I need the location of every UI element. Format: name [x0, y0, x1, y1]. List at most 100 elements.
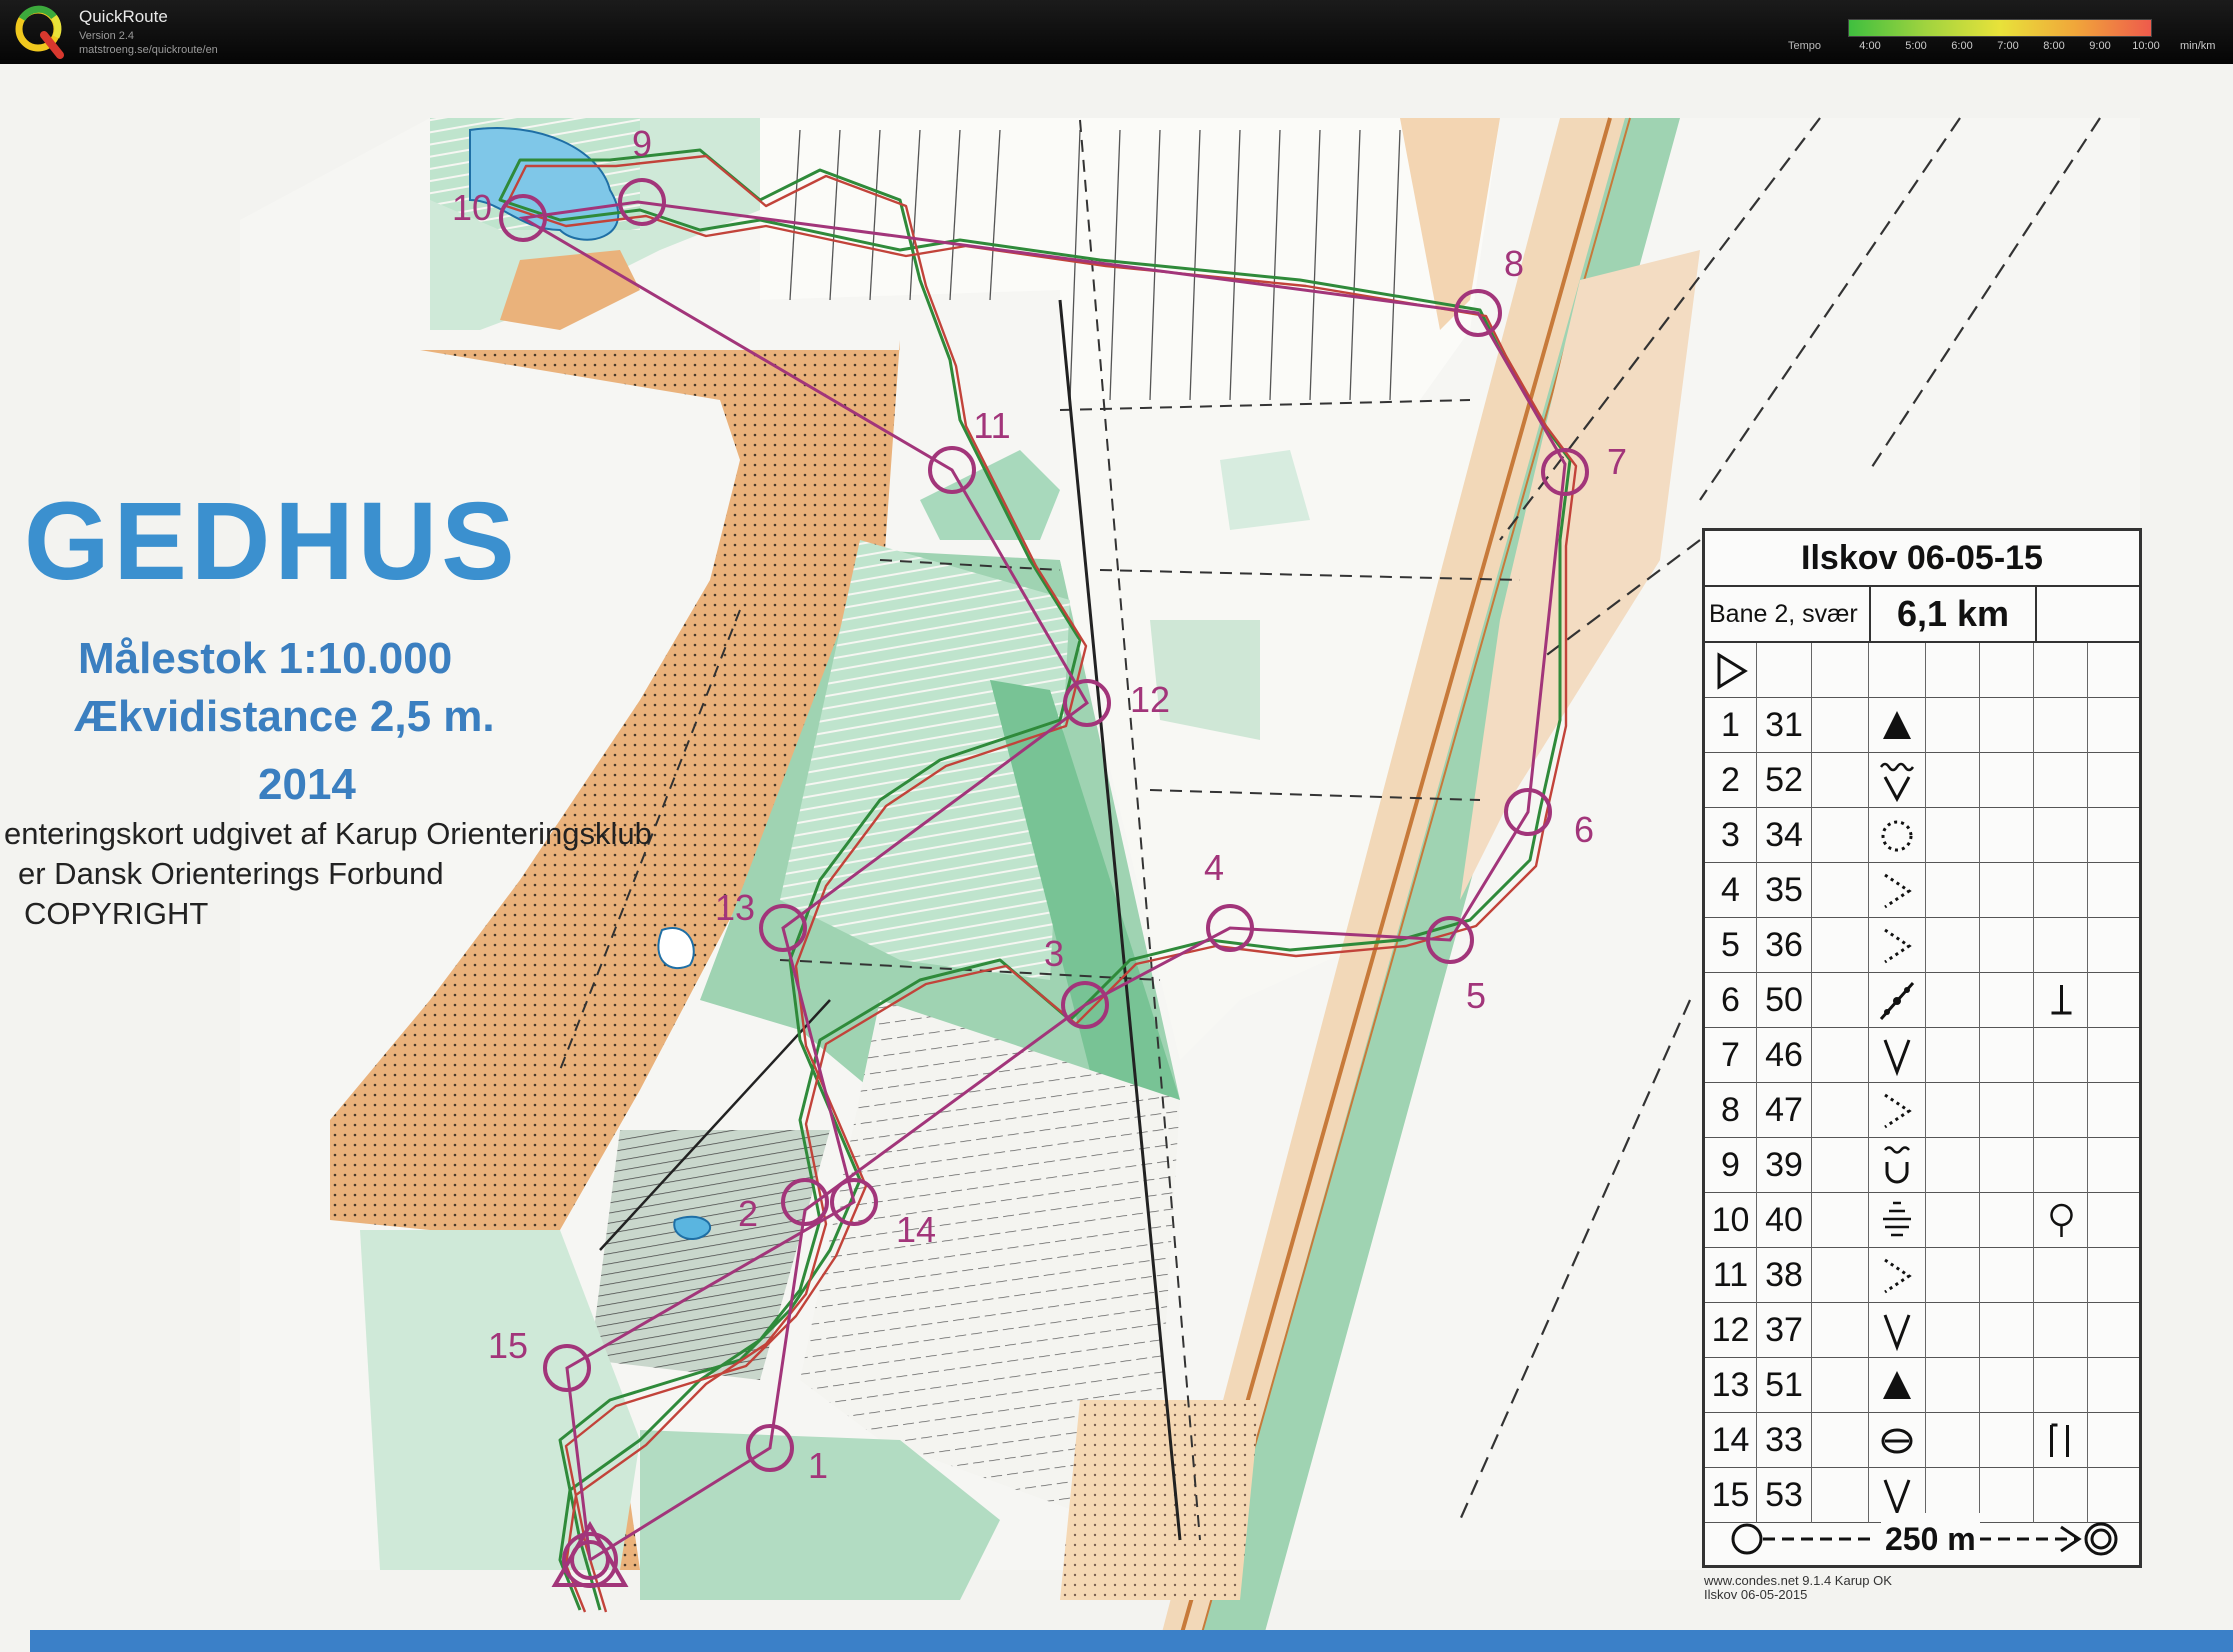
control-code: 33: [1757, 1413, 1812, 1468]
card-cell: [1869, 973, 1926, 1028]
map-title: GEDHUS: [24, 480, 519, 603]
hill-triangle-icon: [1883, 711, 1911, 739]
card-cell: [2088, 753, 2139, 808]
card-cell: [1980, 973, 2034, 1028]
control-number: 9: [1705, 1138, 1757, 1193]
pond: [673, 1215, 712, 1240]
card-cell: [2088, 1028, 2139, 1083]
card-cell: [2034, 973, 2088, 1028]
control-number: 7: [1705, 1028, 1757, 1083]
control-code: 51: [1757, 1358, 1812, 1413]
control-label: 6: [1573, 809, 1595, 850]
card-cell: [1869, 1083, 1926, 1138]
control-description-card: Ilskov 06-05-15 Bane 2, svær 6,1 km 1 31 2…: [1702, 528, 2142, 1568]
open-south: [1060, 1400, 1260, 1600]
card-cell: [1869, 918, 1926, 973]
card-cell: [2088, 643, 2139, 698]
card-cell: [1869, 1413, 1926, 1468]
control-number: 8: [1705, 1083, 1757, 1138]
map-border-strip: [30, 1630, 2233, 1652]
card-cell: [1980, 918, 2034, 973]
marsh-icon: [1883, 1201, 1911, 1237]
card-row: 12 37: [1705, 1303, 2139, 1358]
card-cell: [1869, 863, 1926, 918]
card-cell: [1812, 1303, 1869, 1358]
card-cell: [1926, 1413, 1980, 1468]
card-cell: [1812, 698, 1869, 753]
card-cell: [1869, 753, 1926, 808]
control-code: 37: [1757, 1303, 1812, 1358]
card-cell: [1980, 1413, 2034, 1468]
card-cell: [1980, 1138, 2034, 1193]
map-scale: Målestok 1:10.000: [78, 634, 453, 683]
card-cell: [1869, 1358, 1926, 1413]
app-name: QuickRoute: [79, 7, 168, 26]
app-url[interactable]: matstroeng.se/quickroute/en: [79, 44, 218, 56]
card-cell: [2088, 1413, 2139, 1468]
card-cell: [2034, 1028, 2088, 1083]
card-cell: [1869, 1138, 1926, 1193]
control-number: 5: [1705, 918, 1757, 973]
tempo-tick: 8:00: [2043, 40, 2065, 52]
control-code: 36: [1757, 918, 1812, 973]
dotted-v-icon: [1884, 873, 1912, 909]
card-cell: [1926, 1028, 1980, 1083]
card-cell: [1980, 863, 2034, 918]
card-cell: [1869, 808, 1926, 863]
card-cell: [1926, 1083, 1980, 1138]
card-cell: [1869, 1193, 1926, 1248]
tempo-tick: 5:00: [1905, 40, 1927, 52]
path-junction-icon: [1879, 982, 1915, 1020]
hill-triangle-icon: [1883, 1371, 1911, 1399]
control-label: 9: [631, 123, 653, 164]
card-cell: [2088, 1303, 2139, 1358]
v-depression-icon: [1883, 1039, 1911, 1077]
v-depression-icon: [1883, 1314, 1911, 1352]
tempo-tick: 9:00: [2089, 40, 2111, 52]
control-number: 11: [1705, 1248, 1757, 1303]
tempo-unit: min/km: [2180, 40, 2216, 52]
card-cell: [2088, 918, 2139, 973]
card-cell: [1812, 1358, 1869, 1413]
card-row: 14 33: [1705, 1413, 2139, 1468]
control-code: 46: [1757, 1028, 1812, 1083]
footer-line: Ilskov 06-05-2015: [1704, 1587, 1808, 1602]
control-label: 8: [1503, 243, 1525, 284]
card-cell: [1926, 973, 1980, 1028]
dotted-v-icon: [1884, 1093, 1912, 1129]
orienteering-map[interactable]: 1 2 3 4 5 6 7 8 9 10 11 12 13 14 15 GEDH…: [0, 64, 2233, 1652]
card-title: Ilskov 06-05-15: [1705, 531, 2139, 587]
control-label: 4: [1203, 847, 1225, 888]
card-cell: [1926, 1303, 1980, 1358]
quickroute-logo-icon: [15, 5, 64, 59]
control-number: 12: [1705, 1303, 1757, 1358]
app-version: Version 2.4: [79, 30, 135, 42]
footer-line: www.condes.net 9.1.4 Karup OK: [1704, 1573, 1892, 1588]
card-row: 6 50: [1705, 973, 2139, 1028]
control-label: 15: [487, 1325, 529, 1366]
card-cell: [1980, 1083, 2034, 1138]
card-cell: [1926, 1138, 1980, 1193]
card-cell: [1812, 1138, 1869, 1193]
card-cell: [1980, 1248, 2034, 1303]
map-federation: er Dansk Orienterings Forbund: [18, 856, 444, 891]
control-number: 6: [1705, 973, 1757, 1028]
boulder-oval-icon: [1881, 1428, 1913, 1454]
card-cell: [2088, 973, 2139, 1028]
card-cell: [2034, 1303, 2088, 1358]
card-course: Bane 2, svær: [1709, 600, 1858, 628]
card-cell: [1869, 1303, 1926, 1358]
double-bar-icon: [2050, 1423, 2069, 1457]
start-cell: [1705, 643, 1757, 698]
card-cell: [1980, 1358, 2034, 1413]
card-cell: [1980, 643, 2034, 698]
control-label: 1: [807, 1445, 829, 1486]
card-cell: [2034, 1083, 2088, 1138]
card-row: 13 51: [1705, 1358, 2139, 1413]
card-cell: [1869, 698, 1926, 753]
card-cell: [1869, 1248, 1926, 1303]
card-cell: [1869, 1028, 1926, 1083]
circle-side-icon: [2050, 1203, 2073, 1237]
card-cell: [1812, 808, 1869, 863]
card-cell: [1812, 973, 1869, 1028]
